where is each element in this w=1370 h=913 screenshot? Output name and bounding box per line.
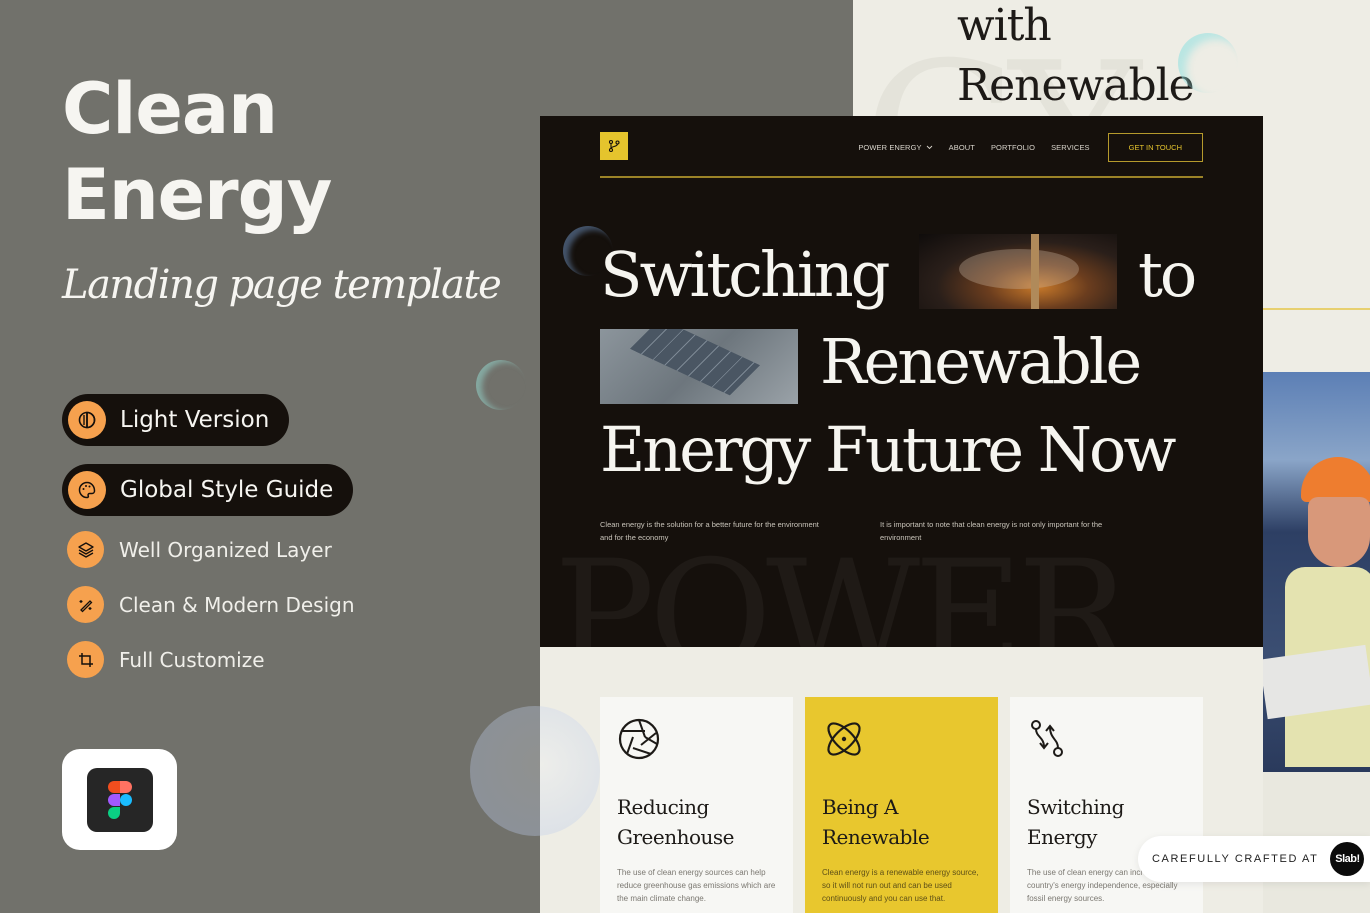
feature-cards: Reducing Greenhouse The use of clean ene…: [600, 697, 1203, 913]
factory-image: [919, 234, 1117, 309]
pill-label: Global Style Guide: [120, 477, 334, 503]
nav-about[interactable]: ABOUT: [949, 143, 975, 152]
nav-portfolio[interactable]: PORTFOLIO: [991, 143, 1035, 152]
pill-global-style-guide: Global Style Guide: [62, 464, 354, 516]
promo-title: Clean Energy: [62, 68, 332, 236]
badge-text: CAREFULLY CRAFTED AT: [1152, 853, 1319, 865]
divider: [1263, 308, 1370, 310]
nav-power-energy[interactable]: POWER ENERGY: [858, 143, 932, 152]
feature-label: Well Organized Layer: [119, 537, 332, 562]
feature-label: Full Customize: [119, 647, 265, 672]
hero-paragraph-2: It is important to note that clean energ…: [880, 520, 1103, 542]
layers-icon: [67, 531, 104, 568]
contrast-icon: [68, 401, 106, 439]
magic-wand-icon: [67, 586, 104, 623]
git-branch-icon[interactable]: [600, 132, 628, 160]
background-headline: with Renewable: [957, 0, 1195, 111]
card-title: Reducing Greenhouse: [617, 795, 735, 849]
hero-line-energy-future-now: Energy Future Now: [600, 413, 1176, 486]
pill-light-version: Light Version: [62, 394, 290, 446]
promo-subtitle: Landing page template: [62, 262, 502, 308]
atom-icon: [827, 722, 861, 756]
hero-paragraph-1: Clean energy is the solution for a bette…: [600, 520, 819, 542]
pill-label: Light Version: [120, 407, 270, 433]
get-in-touch-button[interactable]: GET IN TOUCH: [1107, 133, 1203, 162]
feature-well-organized-layer: Well Organized Layer: [67, 531, 332, 568]
landing-preview: POWER POWER ENERGY ABOUT PORTFOLIO SERVI…: [540, 116, 1263, 913]
feature-full-customize: Full Customize: [67, 641, 265, 678]
nav-divider: [600, 176, 1203, 178]
figma-badge: [62, 749, 177, 850]
card-text: Clean energy is a renewable energy sourc…: [822, 868, 979, 903]
aperture-icon: [618, 718, 660, 760]
figma-icon: [86, 767, 153, 832]
hero-word-to: to: [1138, 238, 1197, 311]
slab-logo: Slab!: [1330, 842, 1365, 876]
solar-panel-image: [600, 329, 798, 404]
ghost-text: POWER: [554, 529, 1131, 647]
crafted-at-badge[interactable]: CAREFULLY CRAFTED AT Slab!: [1138, 836, 1370, 882]
card-title: Being A Renewable: [822, 795, 930, 849]
top-nav: POWER ENERGY ABOUT PORTFOLIO SERVICES GE…: [842, 133, 1203, 162]
card-being-renewable: Being A Renewable Clean energy is a rene…: [805, 697, 998, 913]
nav-services[interactable]: SERVICES: [1051, 143, 1090, 152]
switch-arrows-icon: [1031, 720, 1063, 757]
chevron-down-icon: [926, 145, 932, 150]
card-reducing-greenhouse: Reducing Greenhouse The use of clean ene…: [600, 697, 793, 913]
feature-label: Clean & Modern Design: [119, 592, 355, 617]
feature-clean-modern-design: Clean & Modern Design: [67, 586, 355, 623]
card-text: The use of clean energy sources can help…: [617, 868, 776, 903]
hero-word-switching: Switching: [600, 238, 890, 311]
crop-icon: [67, 641, 104, 678]
worker-photo: [1263, 372, 1370, 772]
palette-icon: [68, 471, 106, 509]
hero-section: POWER POWER ENERGY ABOUT PORTFOLIO SERVI…: [540, 116, 1263, 647]
hero-word-renewable: Renewable: [820, 325, 1142, 398]
